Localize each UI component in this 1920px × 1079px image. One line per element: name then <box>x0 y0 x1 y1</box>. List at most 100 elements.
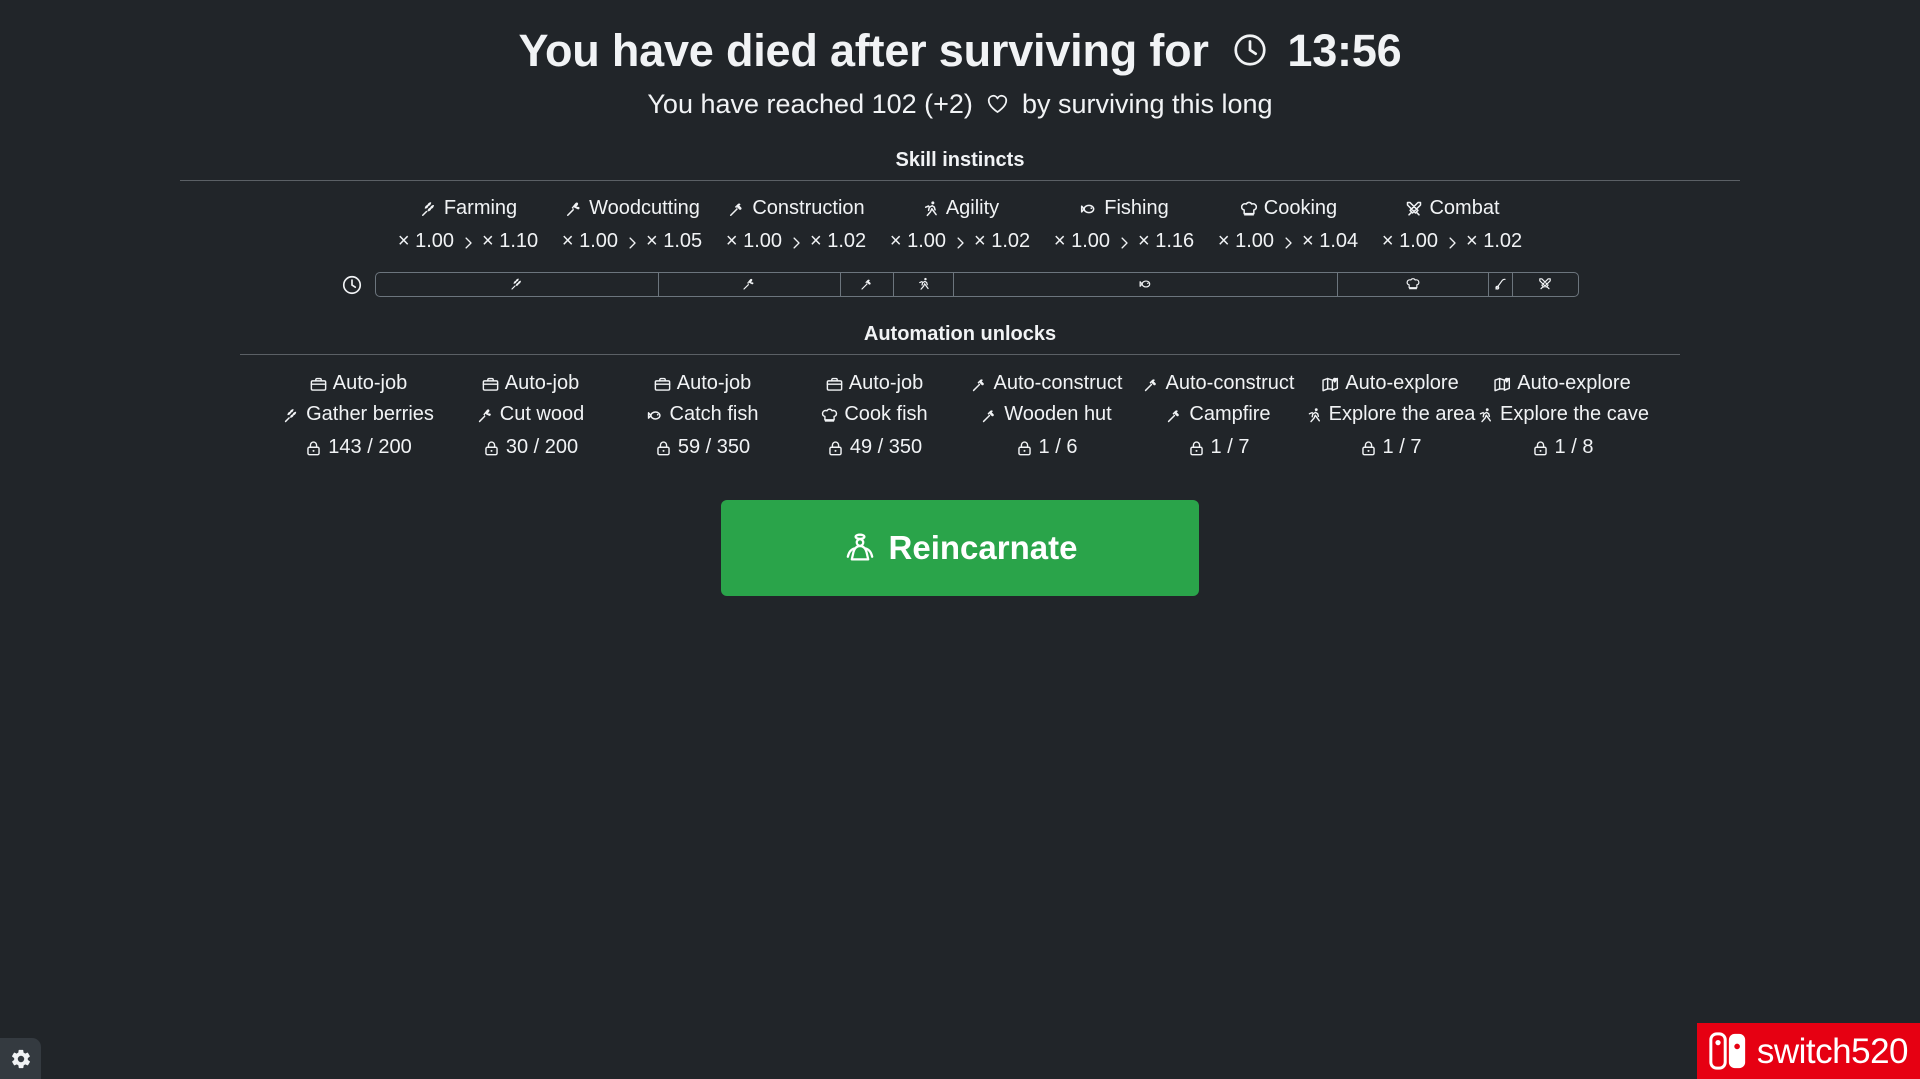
reincarnate-angel-icon <box>843 531 877 565</box>
timeline-segment-crossed-swords[interactable] <box>1513 273 1578 296</box>
hammer-icon <box>980 405 999 427</box>
automation-type-label: Auto-job <box>332 372 408 395</box>
reincarnate-button[interactable]: Reincarnate <box>721 500 1199 597</box>
lock-icon <box>1015 438 1034 460</box>
timeline-segment-running[interactable] <box>894 273 955 297</box>
map-icon <box>1493 374 1512 396</box>
clock-icon <box>341 274 363 296</box>
automation-target-label: Cook fish <box>844 403 928 426</box>
reincarnate-label: Reincarnate <box>888 529 1078 567</box>
timeline-segment-wheat[interactable] <box>376 273 660 297</box>
skill-name: Woodcutting <box>550 195 714 224</box>
multiplier-after: × 1.05 <box>646 230 703 253</box>
automation-target-label: Gather berries <box>306 403 434 426</box>
lock-icon <box>1187 438 1206 460</box>
automation-progress: 1 / 7 <box>1132 433 1304 464</box>
automation-progress: 1 / 8 <box>1476 433 1648 464</box>
automation-progress: 1 / 7 <box>1304 433 1476 464</box>
gear-icon <box>10 1048 32 1070</box>
game-death-screen: You have died after surviving for 13:56 … <box>0 0 1920 1079</box>
activity-timeline <box>0 272 1920 298</box>
skill-instinct-combat: Combat × 1.00 × 1.02 <box>1370 195 1534 255</box>
skill-instinct-fishing: Fishing × 1.00 × 1.16 <box>1042 195 1206 255</box>
nintendo-switch-icon <box>1707 1030 1749 1072</box>
automation-unlocks-section: Automation unlocks Auto-job Gather berrie… <box>0 323 1920 464</box>
automation-target: Explore the area <box>1304 400 1476 431</box>
automation-unlock-card: Auto-job Catch fish 59 / 350 <box>616 369 788 464</box>
timeline-segment-chef-hat[interactable] <box>1338 273 1490 297</box>
hammer-icon <box>1165 405 1184 427</box>
multiplier-before: × 1.00 <box>1053 230 1110 253</box>
skill-label: Fishing <box>1104 197 1169 220</box>
lock-icon <box>826 438 845 460</box>
fish-icon <box>1079 199 1099 221</box>
chef-hat-icon <box>820 405 839 427</box>
automation-type: Auto-job <box>272 369 444 400</box>
fishing-rod-icon <box>1493 276 1509 294</box>
wheat-icon <box>419 199 439 221</box>
automation-type-label: Auto-job <box>504 372 580 395</box>
skill-name: Cooking <box>1206 195 1370 224</box>
timeline-segment-fish[interactable] <box>954 273 1338 297</box>
automation-target: Wooden hut <box>960 400 1132 431</box>
skill-multiplier: × 1.00 × 1.10 <box>386 230 550 255</box>
briefcase-icon <box>653 374 672 396</box>
multiplier-after: × 1.10 <box>482 230 539 253</box>
automation-target: Catch fish <box>616 400 788 431</box>
automation-progress: 30 / 200 <box>444 433 616 464</box>
timeline-segment-hammer[interactable] <box>841 273 895 297</box>
watermark-text: switch520 <box>1756 1031 1909 1071</box>
automation-target: Campfire <box>1132 400 1304 431</box>
automation-target: Gather berries <box>272 400 444 431</box>
skill-multiplier: × 1.00 × 1.02 <box>878 230 1042 255</box>
survival-time: 13:56 <box>1287 25 1402 76</box>
skill-label: Combat <box>1429 197 1500 220</box>
skill-instinct-farming: Farming × 1.00 × 1.10 <box>386 195 550 255</box>
skill-instinct-cooking: Cooking × 1.00 × 1.04 <box>1206 195 1370 255</box>
skill-multiplier: × 1.00 × 1.16 <box>1042 230 1206 255</box>
automation-progress-label: 59 / 350 <box>677 436 751 459</box>
automation-target-label: Catch fish <box>669 403 759 426</box>
automation-type: Auto-job <box>788 369 960 400</box>
automation-unlock-card: Auto-construct Campfire 1 / 7 <box>1132 369 1304 464</box>
running-icon <box>1476 405 1495 427</box>
automation-type: Auto-construct <box>1132 369 1304 400</box>
reincarnate-area: Reincarnate <box>0 500 1920 597</box>
multiplier-before: × 1.00 <box>725 230 782 253</box>
automation-unlock-card: Auto-job Cook fish 49 / 350 <box>788 369 960 464</box>
automation-unlocks-title: Automation unlocks <box>863 323 1057 346</box>
automation-type: Auto-explore <box>1476 369 1648 400</box>
multiplier-before: × 1.00 <box>1381 230 1438 253</box>
section-divider <box>180 180 1740 182</box>
chevron-right-icon <box>1115 232 1133 255</box>
subtitle-prefix: You have reached 102 (+2) <box>647 89 973 120</box>
subtitle-suffix: by surviving this long <box>1021 89 1273 120</box>
chevron-right-icon <box>787 232 805 255</box>
crossed-swords-icon <box>1404 199 1424 221</box>
automation-unlock-card: Auto-job Cut wood 30 / 200 <box>444 369 616 464</box>
briefcase-icon <box>309 374 328 396</box>
timeline-segment-axe[interactable] <box>659 273 841 297</box>
briefcase-icon <box>825 374 844 396</box>
timeline-bar[interactable] <box>375 272 1579 298</box>
hammer-icon <box>970 374 989 396</box>
wheat-icon <box>509 276 525 294</box>
settings-button[interactable] <box>0 1038 41 1079</box>
chef-hat-icon <box>1239 199 1259 221</box>
map-icon <box>1321 374 1340 396</box>
automation-type: Auto-job <box>444 369 616 400</box>
page-subtitle: You have reached 102 (+2) by surviving t… <box>0 89 1920 123</box>
hammer-icon <box>727 199 747 221</box>
skill-label: Farming <box>443 197 518 220</box>
multiplier-after: × 1.04 <box>1302 230 1359 253</box>
automation-type: Auto-explore <box>1304 369 1476 400</box>
automation-type-label: Auto-job <box>676 372 752 395</box>
skill-name: Construction <box>714 195 878 224</box>
automation-unlocks-list: Auto-job Gather berries 143 / 200 Auto-job C… <box>0 369 1920 464</box>
hammer-icon <box>859 276 875 294</box>
briefcase-icon <box>481 374 500 396</box>
multiplier-after: × 1.02 <box>810 230 867 253</box>
multiplier-before: × 1.00 <box>1217 230 1274 253</box>
timeline-segment-fishing-rod[interactable] <box>1489 273 1513 297</box>
section-divider <box>240 354 1680 356</box>
